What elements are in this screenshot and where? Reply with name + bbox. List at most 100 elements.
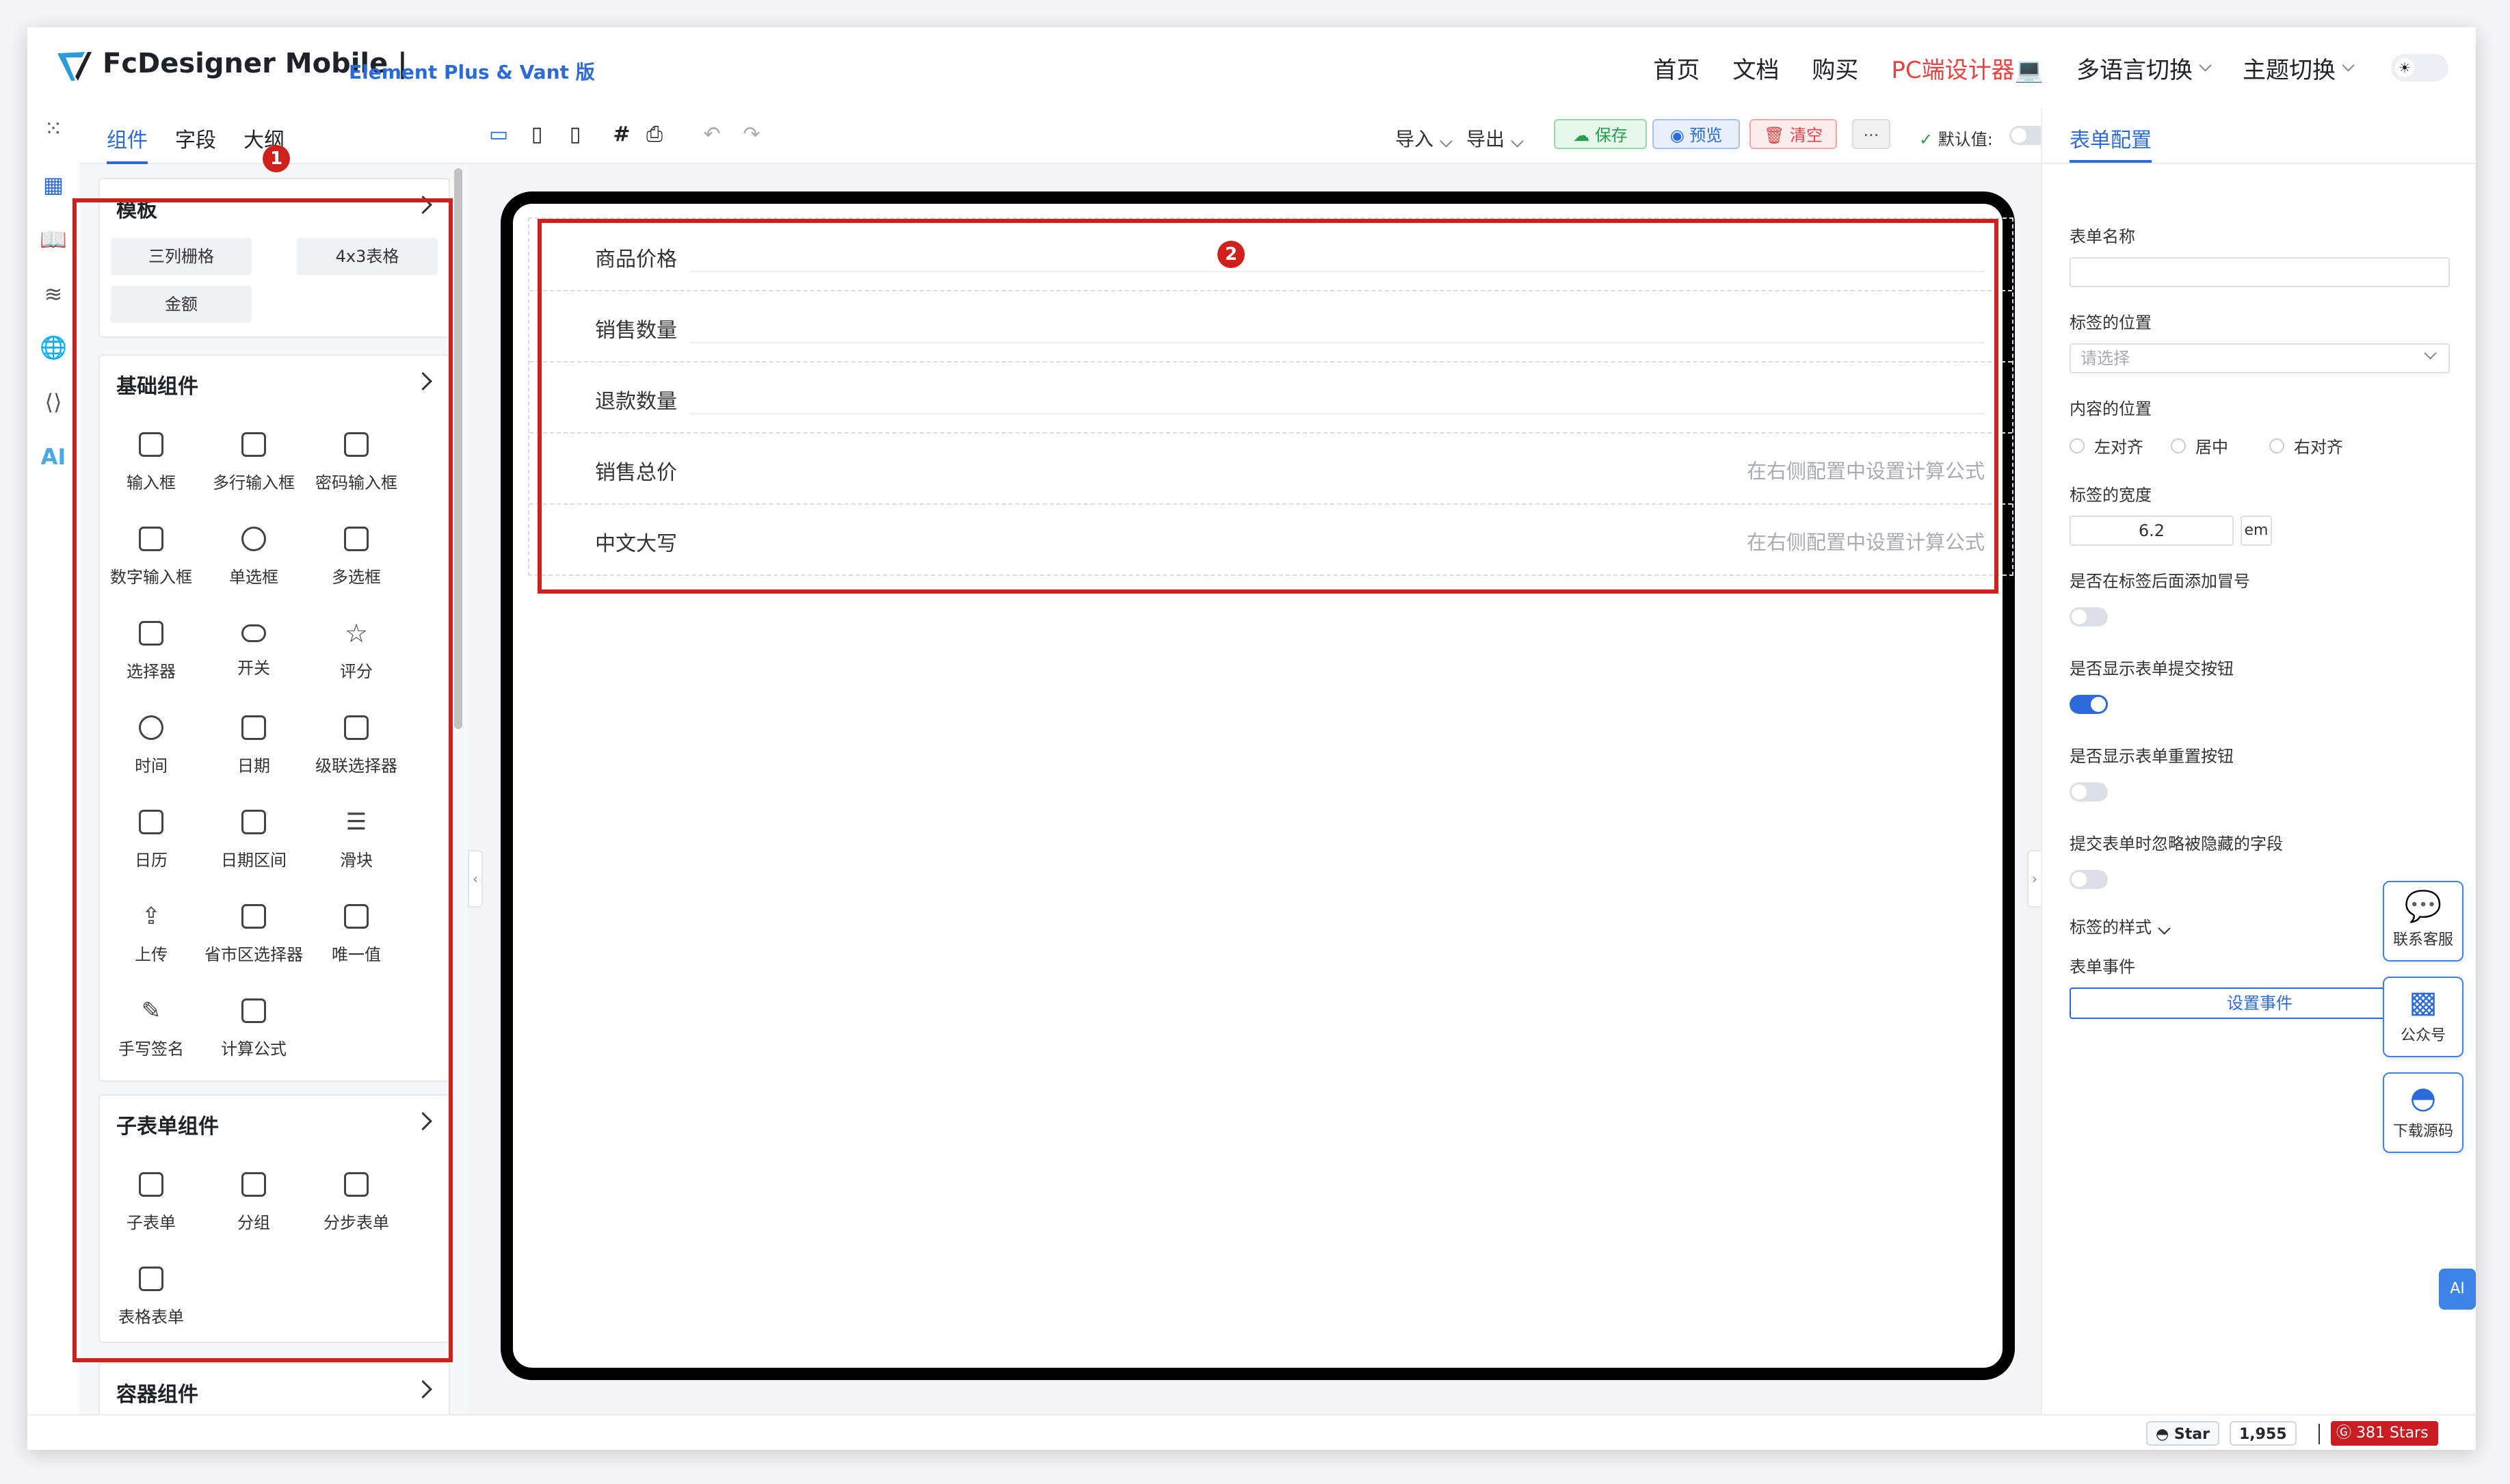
chevron-down-icon — [2199, 58, 2212, 72]
nav-docs[interactable]: 文档 — [1732, 51, 1779, 85]
form-name-input[interactable] — [2070, 257, 2450, 287]
nav-pc-designer[interactable]: PC端设计器💻 — [1891, 51, 2044, 85]
nav-theme[interactable]: 主题切换 — [2243, 51, 2355, 85]
grid-hash-icon[interactable]: # — [610, 123, 633, 146]
nav-home[interactable]: 首页 — [1653, 51, 1700, 85]
radio-label: 左对齐 — [2094, 438, 2143, 457]
select-placeholder: 请选择 — [2080, 349, 2130, 368]
reset-switch[interactable] — [2070, 782, 2108, 801]
download-source-button[interactable]: ◓ 下载源码 — [2383, 1072, 2463, 1153]
preview-label: 预览 — [1689, 126, 1723, 145]
container-components-card: 容器组件 — [98, 1362, 450, 1414]
label-width-input[interactable]: 6.2 — [2070, 516, 2234, 546]
tab-components[interactable]: 组件 — [107, 123, 148, 164]
preview-button[interactable]: ◉ 预览 — [1652, 119, 1740, 149]
chevron-down-icon — [1440, 135, 1453, 148]
annotation-box-1 — [72, 198, 453, 1362]
book-icon[interactable]: 📖 — [40, 226, 67, 253]
nav-theme-label: 主题切换 — [2243, 56, 2336, 84]
default-value-toggle-label: ✓ 默认值: — [1919, 126, 1993, 150]
right-panel: 表单配置 表单名称 标签的位置 请选择 内容的位置 左对齐 居中 右对齐 标签的… — [2041, 108, 2476, 1414]
radio-center[interactable]: 居中 — [2171, 434, 2228, 458]
apps-grid-icon[interactable]: ⁙ — [40, 115, 67, 142]
footer-bar: ◓ Star 1,955 Ⓖ 381 Stars — [27, 1414, 2476, 1450]
colon-toggle-label: 是否在标签后面添加冒号 — [2070, 572, 2250, 591]
star-label: Star — [2174, 1426, 2210, 1443]
default-value-label: 默认值: — [1938, 130, 1993, 149]
theme-toggle[interactable]: ☀ — [2391, 54, 2448, 81]
github-star-count[interactable]: 1,955 — [2230, 1421, 2297, 1446]
phone-icon[interactable]: ▯ — [564, 123, 587, 146]
app-window: FcDesigner Mobile | Element Plus & Vant … — [27, 27, 2476, 1450]
ignore-hidden-label: 提交表单时忽略被隐藏的字段 — [2070, 834, 2283, 853]
qrcode-icon: ▩ — [2409, 985, 2438, 1020]
github-icon: ◓ — [2409, 1081, 2437, 1115]
scrollbar[interactable] — [454, 168, 462, 729]
annotation-box-2 — [538, 219, 1998, 594]
laptop-icon[interactable]: ▭ — [487, 123, 510, 146]
redo-icon[interactable]: ↷ — [740, 123, 763, 146]
label-width-label: 标签的宽度 — [2070, 486, 2152, 505]
annotation-marker-2: 2 — [1217, 241, 1245, 268]
globe-icon[interactable]: 🌐 — [40, 334, 67, 361]
gitee-stars-label: 381 Stars — [2356, 1425, 2429, 1442]
content-position-label: 内容的位置 — [2070, 399, 2152, 419]
code-icon[interactable]: ⟨⟩ — [40, 388, 67, 416]
nav-language[interactable]: 多语言切换 — [2076, 51, 2212, 85]
container-components-title: 容器组件 — [116, 1383, 198, 1407]
tab-form-config[interactable]: 表单配置 — [2070, 123, 2152, 163]
tablet-icon[interactable]: ▯ — [525, 123, 549, 146]
brand-subtitle: Element Plus & Vant 版 — [349, 61, 595, 83]
sun-icon: ☀ — [2395, 58, 2414, 77]
check-circle-icon: ✓ — [1919, 130, 1933, 149]
float-label: 下载源码 — [2392, 1123, 2453, 1140]
import-menu[interactable]: 导入 — [1395, 124, 1453, 152]
ai-icon[interactable]: AI — [40, 443, 67, 471]
form-events-label: 表单事件 — [2070, 957, 2135, 977]
label-position-label: 标签的位置 — [2070, 313, 2152, 332]
colon-switch[interactable] — [2070, 607, 2108, 626]
float-label: 公众号 — [2400, 1027, 2446, 1044]
label-position-select[interactable]: 请选择 — [2070, 343, 2450, 373]
label-style-label: 标签的样式 — [2070, 918, 2152, 937]
radio-label: 右对齐 — [2294, 438, 2343, 457]
more-button[interactable]: ··· — [1852, 119, 1890, 149]
submit-toggle-label: 是否显示表单提交按钮 — [2070, 659, 2234, 678]
chevron-down-icon — [1511, 135, 1524, 148]
label-style-toggle[interactable]: 标签的样式 — [2070, 914, 2171, 938]
radio-right[interactable]: 右对齐 — [2269, 434, 2343, 458]
export-menu[interactable]: 导出 — [1466, 124, 1524, 152]
print-icon[interactable]: ⎙ — [643, 123, 666, 146]
form-name-label: 表单名称 — [2070, 227, 2135, 246]
clear-button[interactable]: 🗑 清空 — [1749, 119, 1837, 149]
chevron-right-icon[interactable] — [414, 1380, 432, 1399]
tab-fields[interactable]: 字段 — [175, 123, 216, 161]
official-account-button[interactable]: ▩ 公众号 — [2383, 977, 2463, 1057]
nav-buy[interactable]: 购买 — [1812, 51, 1858, 85]
right-tabs: 表单配置 — [2042, 108, 2476, 164]
fcdesigner-logo-icon — [57, 52, 92, 81]
collapse-left-icon[interactable]: ‹ — [468, 850, 483, 907]
components-icon[interactable]: ▦ — [40, 171, 67, 198]
database-icon[interactable]: ≋ — [40, 280, 67, 308]
ai-assistant-button[interactable]: AI — [2439, 1269, 2476, 1310]
ignore-hidden-switch[interactable] — [2070, 870, 2108, 889]
designer-toolbar: ▭ ▯ ▯ # ⎙ ↶ ↷ 导入 导出 ☁ 保存 ◉ 预览 🗑 清空 ··· ✓… — [468, 108, 2048, 164]
import-label: 导入 — [1395, 128, 1434, 150]
contact-support-button[interactable]: 💬 联系客服 — [2383, 881, 2463, 962]
save-button[interactable]: ☁ 保存 — [1554, 119, 1647, 149]
reset-toggle-label: 是否显示表单重置按钮 — [2070, 747, 2234, 766]
label-width-unit[interactable]: em — [2241, 516, 2272, 546]
chevron-down-icon — [2158, 922, 2171, 935]
gitee-stars-badge[interactable]: Ⓖ 381 Stars — [2331, 1421, 2438, 1446]
collapse-right-icon[interactable]: › — [2027, 850, 2042, 907]
radio-label: 居中 — [2195, 438, 2228, 457]
radio-left[interactable]: 左对齐 — [2070, 434, 2143, 458]
float-label: 联系客服 — [2392, 931, 2453, 949]
top-nav: 首页 文档 购买 PC端设计器💻 多语言切换 主题切换 ☀ — [1620, 27, 2448, 108]
github-star-button[interactable]: ◓ Star — [2146, 1421, 2219, 1446]
undo-icon[interactable]: ↶ — [700, 123, 724, 146]
submit-switch[interactable] — [2070, 695, 2108, 714]
chevron-down-icon — [2342, 58, 2355, 72]
save-label: 保存 — [1594, 126, 1628, 145]
